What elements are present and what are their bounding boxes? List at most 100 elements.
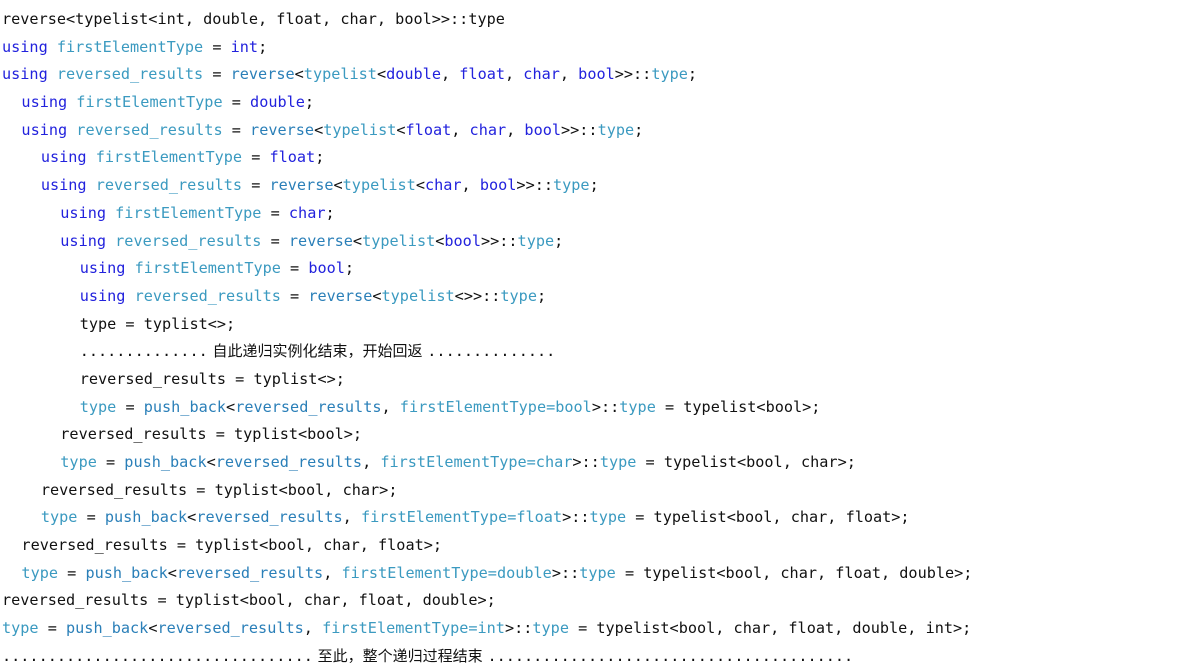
code-line: type = push_back<reversed_results, first… [2,449,1181,477]
code-token: = typelist<bool, char, float>; [626,508,910,527]
code-token: using [40,148,87,167]
code-token: >>:: [480,231,518,250]
code-token: reversed_results [76,120,223,139]
code-token: reversed_results [134,286,281,305]
code-token: = [203,65,231,84]
code-token: ; [687,65,698,84]
code-line: type = push_back<reversed_results, first… [2,615,1181,643]
code-token: reverse [269,176,334,195]
code-token: reversed_results [95,176,243,195]
code-token: ........................................ [487,646,854,665]
code-token: = [280,259,309,278]
code-token: firstElementType [56,37,204,56]
code-token: int [230,37,259,56]
code-token: reverse [308,286,373,305]
code-token: = [222,93,251,112]
code-token: , [451,120,470,139]
code-token: = typelist<bool, char, float, double, in… [568,619,972,638]
code-token: reversed_results [115,231,262,250]
code-token: = [242,176,270,195]
code-line: reversed_results = typlist<bool, char, f… [2,587,1181,615]
code-token: typelist [342,176,416,195]
code-token: reversed_results = typlist<bool, char>; [40,480,398,499]
code-token: type [597,120,635,139]
code-token: type [589,508,627,527]
code-token: type [619,397,656,416]
code-token: reversed_results = typlist<bool>; [60,425,363,444]
code-token: < [294,65,304,84]
code-token: firstElementType [95,148,243,167]
code-token: >:: [551,563,580,582]
code-line: reversed_results = typlist<>; [2,366,1181,394]
code-token: using [2,37,48,56]
code-token: firstElementType [115,203,262,222]
code-token: push_back [104,508,188,527]
code-token: bool [308,259,345,278]
code-token: char [469,120,507,139]
code-token: = [58,563,86,582]
code-token: reverse [288,231,353,250]
code-line: .................................. 至此，整个… [2,643,1181,671]
code-token: = [116,397,144,416]
code-token: type [532,619,569,638]
code-line: using reversed_results = reverse<typelis… [2,228,1181,256]
code-token: >:: [572,453,600,471]
code-token: ; [634,120,644,139]
code-token: reversed_results [176,563,324,582]
code-token: , [440,65,460,84]
code-token: .............. [79,342,208,361]
code-token: firstElementType [134,259,281,278]
code-token: >:: [591,397,620,416]
code-token: = typelist<bool, char>; [636,453,856,471]
code-token: , [303,619,323,638]
code-token: , [323,563,342,582]
code-line: using reversed_results = reverse<typelis… [2,283,1181,311]
code-token: typelist [381,286,455,305]
code-token: typelist [362,231,436,250]
code-token: , [461,176,480,195]
code-token: = [96,453,125,471]
code-token: < [415,176,425,195]
code-token: type [2,619,39,638]
code-token: bool [444,231,481,250]
code-line: using firstElementType = int; [2,34,1181,62]
code-token: reversed_results [196,508,343,527]
code-token: >>:: [561,120,598,139]
code-token: < [376,65,387,84]
code-token: push_back [66,619,149,638]
code-token: type [60,453,97,471]
code-line: type = push_back<reversed_results, first… [2,504,1181,532]
code-listing: reverse<typelist<int, double, float, cha… [0,0,1181,671]
code-token: using [40,176,87,195]
code-token: < [352,231,363,250]
code-token: >:: [504,619,533,638]
code-line: reversed_results = typlist<bool, char, f… [2,532,1181,560]
code-line: using reversed_results = reverse <typelis… [2,172,1181,200]
code-token: >>:: [516,176,553,195]
code-token: firstElementType=double [341,563,552,582]
code-token: float [405,120,452,139]
code-token: = [261,203,289,222]
code-token: .............. [427,342,556,361]
code-token: ; [325,203,335,222]
code-token: type [79,397,117,416]
code-line: using firstElementType = float; [2,144,1181,172]
code-token: ; [304,93,315,112]
code-token: = typelist<bool>; [655,397,821,416]
code-token: , [506,120,525,139]
code-token: < [396,120,406,139]
code-token: double [386,65,441,84]
code-token: , [381,397,400,416]
code-token: firstElementType=float [360,508,563,527]
code-token: type [553,176,590,195]
code-line: reversed_results = typlist<bool>; [2,421,1181,449]
code-token: firstElementType=bool [399,397,592,416]
code-token: char [288,203,326,222]
